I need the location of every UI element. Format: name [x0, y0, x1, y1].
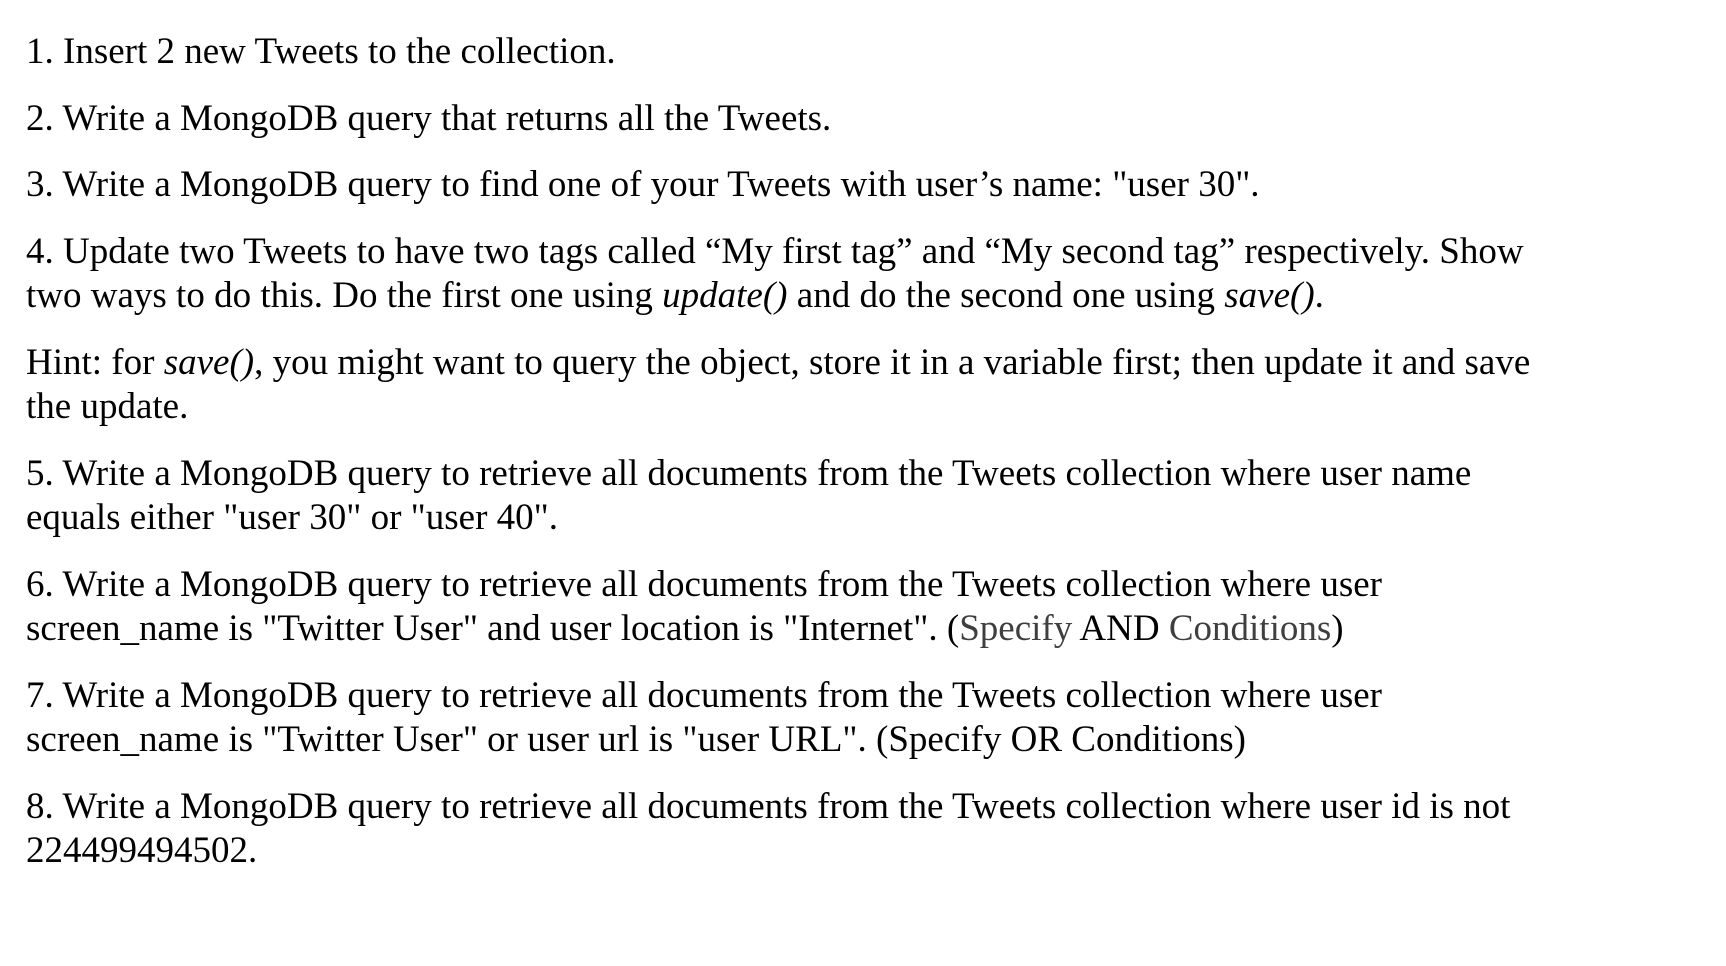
- question-5-line-1: 5. Write a MongoDB query to retrieve all…: [26, 452, 1472, 494]
- question-6-conditions-word: Conditions: [1168, 608, 1332, 649]
- question-6: 6. Write a MongoDB query to retrieve all…: [26, 563, 1702, 652]
- question-4-text-c: .: [1314, 275, 1324, 316]
- question-3-line-1: 3. Write a MongoDB query to find one of …: [26, 164, 1260, 205]
- question-5: 5. Write a MongoDB query to retrieve all…: [26, 452, 1702, 541]
- hint-text-a: Hint: for: [26, 341, 164, 383]
- question-4-text-b: and do the second one using: [787, 275, 1225, 316]
- question-2-line-1: 2. Write a MongoDB query that returns al…: [26, 97, 832, 139]
- question-8: 8. Write a MongoDB query to retrieve all…: [26, 785, 1702, 874]
- hint-text-b: , you might want to query the object, st…: [254, 341, 1531, 383]
- update-method-name: update(): [662, 275, 788, 316]
- question-6-text-c: ): [1331, 608, 1344, 649]
- hint: Hint: for save(), you might want to quer…: [26, 341, 1702, 430]
- hint-save-method-name: save(): [163, 341, 255, 383]
- question-1-line-1: 1. Insert 2 new Tweets to the collection…: [26, 31, 616, 72]
- hint-line-1: Hint: for save(), you might want to quer…: [26, 341, 1702, 386]
- question-8-line-2: 224499494502.: [26, 830, 258, 871]
- question-6-specify-word: Specify: [959, 608, 1073, 649]
- question-4-line-2: two ways to do this. Do the first one us…: [26, 274, 1702, 319]
- question-7-line-2: screen_name is "Twitter User" or user ur…: [26, 719, 1247, 760]
- save-method-name: save(): [1224, 275, 1315, 316]
- question-4: 4. Update two Tweets to have two tags ca…: [26, 230, 1702, 319]
- question-1: 1. Insert 2 new Tweets to the collection…: [26, 30, 1702, 75]
- question-7: 7. Write a MongoDB query to retrieve all…: [26, 674, 1702, 763]
- question-4-text-a: two ways to do this. Do the first one us…: [26, 275, 663, 316]
- question-5-line-2: equals either "user 30" or "user 40".: [26, 497, 559, 538]
- question-6-line-1: 6. Write a MongoDB query to retrieve all…: [26, 563, 1382, 605]
- question-6-text-a: screen_name is "Twitter User" and user l…: [26, 608, 960, 649]
- question-6-text-b: AND: [1072, 608, 1169, 649]
- question-8-line-1: 8. Write a MongoDB query to retrieve all…: [26, 785, 1511, 827]
- document-page: 1. Insert 2 new Tweets to the collection…: [0, 0, 1726, 966]
- question-4-line-1: 4. Update two Tweets to have two tags ca…: [26, 230, 1524, 272]
- question-3: 3. Write a MongoDB query to find one of …: [26, 163, 1702, 208]
- question-6-line-2: screen_name is "Twitter User" and user l…: [26, 607, 1702, 652]
- question-7-line-1: 7. Write a MongoDB query to retrieve all…: [26, 674, 1382, 716]
- hint-line-2: the update.: [26, 386, 189, 427]
- question-2: 2. Write a MongoDB query that returns al…: [26, 97, 1702, 142]
